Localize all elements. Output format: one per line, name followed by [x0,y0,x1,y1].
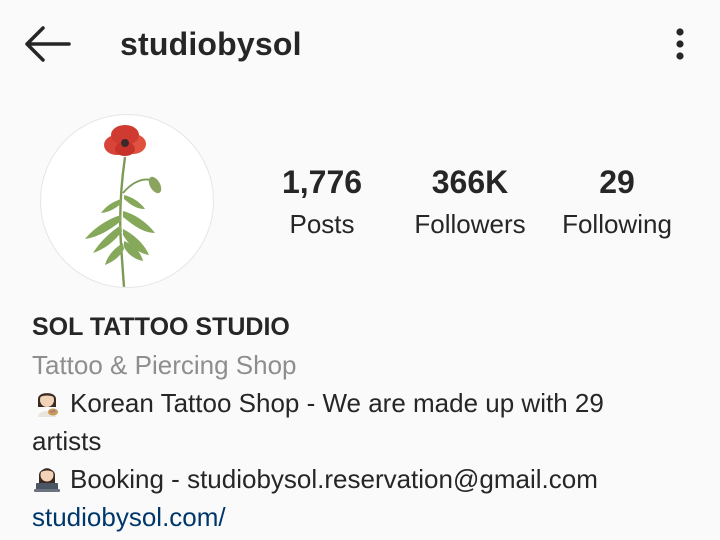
followers-label: Followers [414,209,526,239]
followers-stat[interactable]: 366K Followers [404,160,536,244]
posts-label: Posts [289,209,355,239]
following-label: Following [562,209,672,239]
bio-line-booking: Booking - studiobysol.reservation@gmail.… [32,460,692,498]
profile-screen: studiobysol 1,776 Posts 366K Followers 2… [0,0,720,540]
posts-stat[interactable]: 1,776 Posts [262,160,382,244]
woman-artist-emoji [38,393,58,417]
more-options-button[interactable] [660,20,700,68]
bio-line-description: Korean Tattoo Shop - We are made up with… [32,384,692,460]
more-vertical-icon [676,28,684,60]
bio-category: Tattoo & Piercing Shop [32,350,297,380]
woman-technologist-emoji [34,468,60,492]
bio-line-1-text: Korean Tattoo Shop - We are made up with… [70,388,604,418]
back-button[interactable] [18,20,76,68]
bio-display-name: SOL TATTOO STUDIO [32,313,290,341]
following-count: 29 [599,164,635,200]
bio-website-link[interactable]: studiobysol.com/ [32,498,692,536]
profile-avatar[interactable] [40,114,214,288]
bio-line-1-continuation: artists [32,426,102,456]
following-stat[interactable]: 29 Following [552,160,682,244]
posts-count: 1,776 [281,164,363,200]
followers-count: 366K [431,164,509,200]
arrow-left-icon [25,26,71,62]
bio-line-2-text: Booking - studiobysol.reservation@gmail.… [70,464,598,494]
profile-stats: 1,776 Posts 366K Followers 29 Following [262,160,692,250]
top-bar: studiobysol [0,0,720,88]
poppy-flower-illustration [85,125,162,287]
profile-bio: SOL TATTOO STUDIO Tattoo & Piercing Shop… [32,308,692,536]
profile-username: studiobysol [120,26,302,62]
